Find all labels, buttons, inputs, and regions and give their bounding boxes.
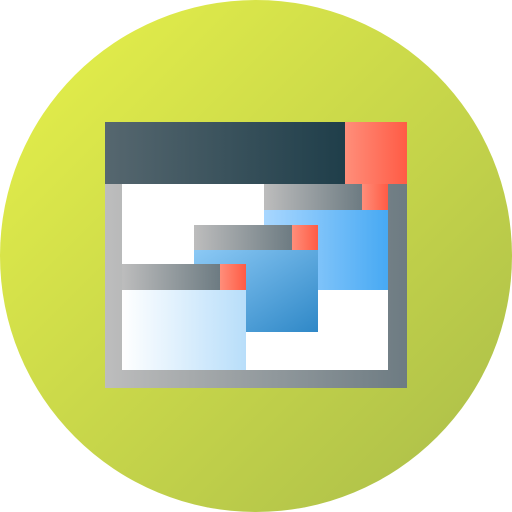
main-window-close-icon [345, 122, 407, 184]
front-window-titlebar [122, 264, 220, 290]
front-window-body [122, 290, 246, 370]
middle-window-titlebar [194, 225, 292, 250]
back-window-close-icon [362, 184, 388, 210]
middle-window-close-icon [292, 225, 318, 250]
icon-stage [0, 0, 512, 512]
stacked-windows-icon [0, 0, 512, 512]
front-window-close-icon [220, 264, 246, 290]
back-window-titlebar [264, 184, 362, 210]
main-window-titlebar [105, 122, 345, 184]
